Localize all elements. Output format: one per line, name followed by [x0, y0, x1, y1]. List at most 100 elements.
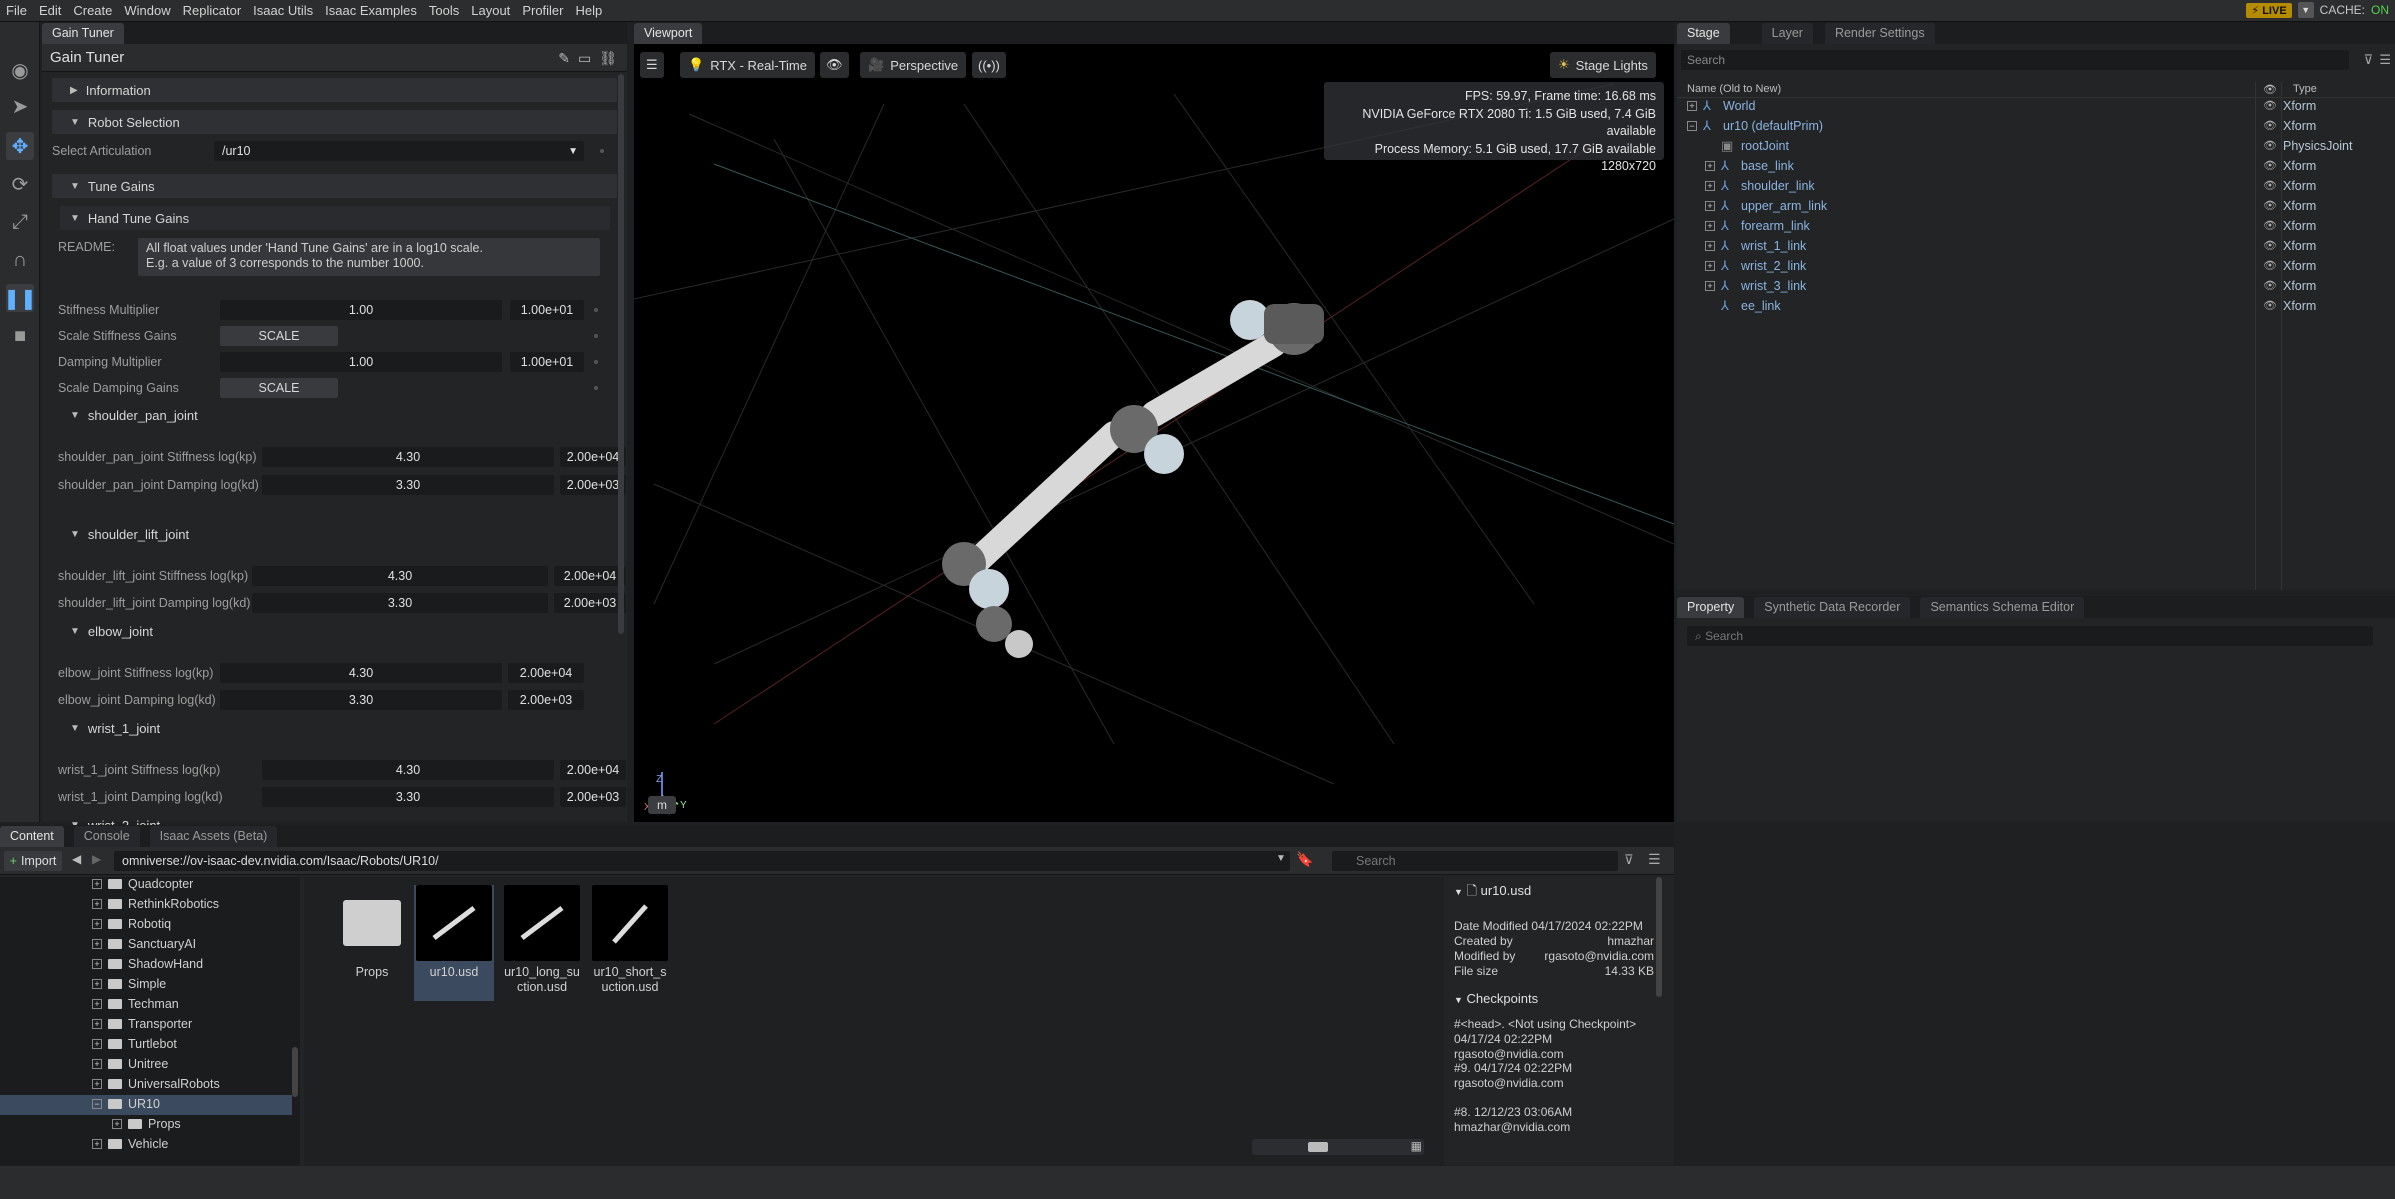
folder-item[interactable]: + Turtlebot — [92, 1034, 177, 1054]
joint-damping-field[interactable]: 3.30 — [252, 593, 548, 613]
renderer-button[interactable]: 💡 RTX - Real-Time — [680, 52, 815, 78]
joint-stiffness-field[interactable]: 4.30 — [262, 447, 554, 467]
chevron-down-icon[interactable]: ▼ — [1276, 853, 1286, 864]
reset-dot[interactable] — [594, 308, 598, 312]
information-frame[interactable]: ▶ Information — [52, 78, 617, 102]
viewport-canvas[interactable]: Z X Y ☰ 💡RTX - Real-Time 👁 🎥Perspective … — [634, 44, 1674, 822]
collapse-icon[interactable]: − — [1687, 121, 1697, 131]
property-search-input[interactable]: ⌕ Search — [1687, 626, 2373, 646]
folder-item[interactable]: + SanctuaryAI — [92, 934, 196, 954]
expand-icon[interactable]: + — [1687, 101, 1697, 111]
audio-button[interactable]: ((•)) — [972, 52, 1006, 78]
stage-col-name[interactable]: Name (Old to New) — [1687, 83, 1781, 95]
eye-icon[interactable]: 👁 — [2263, 176, 2277, 196]
stage-row[interactable]: + ⅄ forearm_link 👁 Xform — [1677, 216, 2395, 236]
articulation-dropdown[interactable]: /ur10 ▼ — [214, 141, 584, 161]
menu-layout[interactable]: Layout — [465, 0, 516, 22]
tab-property[interactable]: Property — [1677, 597, 1745, 618]
expand-icon[interactable]: + — [92, 979, 102, 989]
chevron-down-icon[interactable]: ▼ — [1454, 887, 1463, 897]
expand-icon[interactable]: + — [1705, 281, 1715, 291]
tab-synthetic-data-recorder[interactable]: Synthetic Data Recorder — [1754, 597, 1911, 618]
joint-damping-field[interactable]: 3.30 — [220, 690, 502, 710]
expand-icon[interactable]: + — [1705, 201, 1715, 211]
scale-stiffness-button[interactable]: SCALE — [220, 326, 338, 346]
eye-icon[interactable]: 👁 — [2263, 156, 2277, 176]
detail-scrollbar[interactable] — [1656, 877, 1662, 997]
expand-icon[interactable]: + — [112, 1119, 122, 1129]
joint-stiffness-field[interactable]: 4.30 — [220, 663, 502, 683]
back-icon[interactable]: ◀ — [72, 852, 81, 866]
menu-icon[interactable]: ☰ — [2379, 52, 2391, 68]
folder-item[interactable]: + Vehicle — [92, 1134, 168, 1154]
filter-icon[interactable]: ⊽ — [1624, 852, 1634, 868]
tab-gain-tuner[interactable]: Gain Tuner — [42, 23, 124, 44]
folder-item[interactable]: + Transporter — [92, 1014, 192, 1034]
zoom-slider[interactable]: ▦ — [1252, 1139, 1424, 1155]
joint-stiffness-field[interactable]: 4.30 — [262, 760, 554, 780]
folder-item[interactable]: + Robotiq — [92, 914, 171, 934]
reset-dot[interactable] — [600, 149, 604, 153]
content-search-input[interactable]: Search — [1332, 851, 1618, 871]
menu-file[interactable]: File — [0, 0, 33, 22]
folder-item[interactable]: + ShadowHand — [92, 954, 203, 974]
live-button[interactable]: ⚡ LIVE — [2246, 2, 2292, 18]
expand-icon[interactable]: + — [92, 1139, 102, 1149]
expand-icon[interactable]: + — [1705, 161, 1715, 171]
menu-profiler[interactable]: Profiler — [516, 0, 569, 22]
eye-icon[interactable]: 👁 — [2263, 116, 2277, 136]
reset-dot[interactable] — [594, 386, 598, 390]
path-input[interactable]: omniverse://ov-isaac-dev.nvidia.com/Isaa… — [114, 851, 1290, 871]
hand-tune-gains-frame[interactable]: ▼ Hand Tune Gains — [60, 206, 610, 230]
tune-gains-frame[interactable]: ▼ Tune Gains — [52, 174, 617, 198]
link-icon[interactable]: ⛓ — [599, 50, 617, 67]
tab-console[interactable]: Console — [73, 826, 140, 847]
expand-icon[interactable]: + — [92, 1079, 102, 1089]
menu-edit[interactable]: Edit — [33, 0, 67, 22]
eye-icon[interactable]: 👁 — [2263, 83, 2277, 96]
folder-item[interactable]: + RethinkRobotics — [92, 894, 219, 914]
menu-icon[interactable]: ☰ — [1648, 851, 1661, 868]
folder-item[interactable]: + Unitree — [92, 1054, 168, 1074]
reset-dot[interactable] — [594, 360, 598, 364]
eye-icon[interactable]: 👁 — [2263, 136, 2277, 156]
units-badge[interactable]: m — [648, 796, 676, 814]
expand-icon[interactable]: + — [92, 899, 102, 909]
menu-isaac-examples[interactable]: Isaac Examples — [319, 0, 423, 22]
gain-tuner-scrollbar[interactable] — [618, 74, 624, 634]
stage-row[interactable]: + ⅄ wrist_2_link 👁 Xform — [1677, 256, 2395, 276]
checkpoint-item[interactable]: #8. 12/12/23 03:06AM hmazhar@nvidia.com — [1454, 1105, 1654, 1135]
folder-item[interactable]: + Props — [112, 1114, 181, 1134]
tab-viewport[interactable]: Viewport — [634, 23, 703, 44]
folder-item-selected[interactable]: − UR10 — [92, 1094, 160, 1114]
eye-icon[interactable]: 👁 — [2263, 256, 2277, 276]
expand-icon[interactable]: + — [92, 1059, 102, 1069]
folder-open-icon[interactable]: ▭ — [578, 50, 591, 67]
expand-icon[interactable]: + — [1705, 221, 1715, 231]
stage-row[interactable]: − ⅄ ur10 (defaultPrim) 👁 Xform — [1677, 116, 2395, 136]
live-dropdown-icon[interactable]: ▼ — [2297, 2, 2314, 18]
expand-icon[interactable]: + — [92, 1019, 102, 1029]
forward-icon[interactable]: ▶ — [92, 852, 101, 866]
tab-content[interactable]: Content — [0, 826, 64, 847]
eye-icon[interactable]: 👁 — [2263, 216, 2277, 236]
menu-replicator[interactable]: Replicator — [177, 0, 248, 22]
menu-help[interactable]: Help — [570, 0, 609, 22]
tab-semantics-schema-editor[interactable]: Semantics Schema Editor — [1920, 597, 2085, 618]
viewport-settings-button[interactable]: ☰ — [640, 52, 664, 78]
scale-damping-button[interactable]: SCALE — [220, 378, 338, 398]
stage-row[interactable]: + ⅄ wrist_3_link 👁 Xform — [1677, 276, 2395, 296]
eye-icon[interactable]: 👁 — [2263, 296, 2277, 316]
visibility-button[interactable]: 👁 — [820, 52, 849, 78]
stage-row[interactable]: ▣ rootJoint 👁 PhysicsJoint — [1677, 136, 2395, 156]
menu-isaac-utils[interactable]: Isaac Utils — [247, 0, 319, 22]
checkpoints-header[interactable]: ▼ Checkpoints — [1454, 991, 1654, 1008]
menu-window[interactable]: Window — [118, 0, 176, 22]
stage-lights-button[interactable]: ☀ Stage Lights — [1550, 52, 1656, 78]
checkpoint-item[interactable]: #9. 04/17/24 02:22PM rgasoto@nvidia.com — [1454, 1061, 1654, 1091]
robot-selection-frame[interactable]: ▼ Robot Selection — [52, 110, 617, 134]
folder-item[interactable]: + Techman — [92, 994, 179, 1014]
joint-damping-field[interactable]: 3.30 — [262, 475, 554, 495]
bookmark-icon[interactable]: 🔖 — [1296, 851, 1313, 868]
collapse-icon[interactable]: − — [92, 1099, 102, 1109]
